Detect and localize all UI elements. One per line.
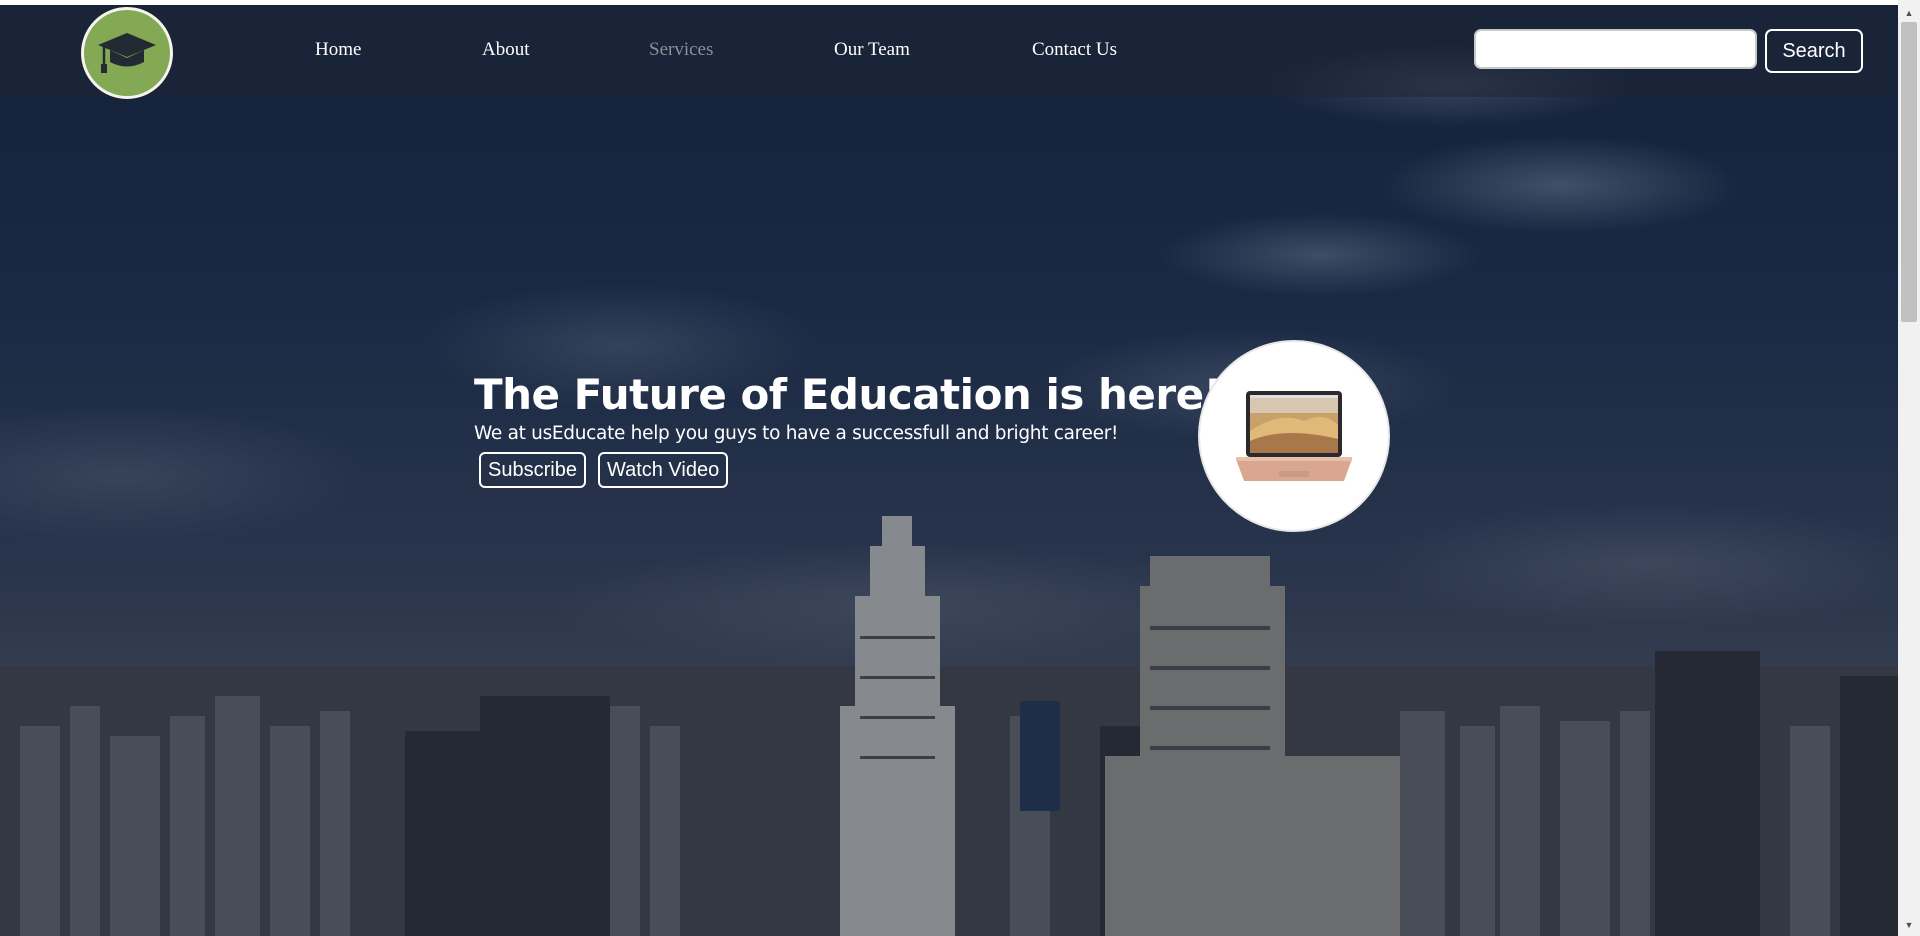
scroll-thumb[interactable] bbox=[1901, 22, 1917, 322]
nav-home[interactable]: Home bbox=[315, 39, 361, 61]
hero-content: The Future of Education is here! We at u… bbox=[474, 370, 1223, 488]
scroll-down-icon[interactable]: ▼ bbox=[1898, 916, 1920, 934]
search-input[interactable] bbox=[1474, 29, 1757, 69]
hero-image bbox=[1198, 340, 1390, 532]
nav-contact-us[interactable]: Contact Us bbox=[1032, 39, 1117, 61]
hero-title: The Future of Education is here! bbox=[474, 370, 1223, 419]
nav-about[interactable]: About bbox=[482, 39, 530, 61]
watch-video-button[interactable]: Watch Video bbox=[597, 452, 729, 488]
scroll-up-icon[interactable]: ▲ bbox=[1898, 4, 1920, 22]
subscribe-button[interactable]: Subscribe bbox=[479, 452, 586, 488]
search-button[interactable]: Search bbox=[1765, 29, 1863, 73]
hero-buttons: Subscribe Watch Video bbox=[474, 452, 1222, 488]
scrollbar[interactable]: ▲ ▼ bbox=[1898, 0, 1920, 936]
hero-subtitle: We at usEducate help you guys to have a … bbox=[474, 423, 1119, 444]
graduation-cap-icon bbox=[98, 33, 156, 73]
laptop-icon bbox=[1236, 391, 1352, 481]
nav-our-team[interactable]: Our Team bbox=[834, 39, 910, 61]
top-navbar: Home About Services Our Team Contact Us … bbox=[0, 5, 1898, 99]
nav-services[interactable]: Services bbox=[649, 39, 713, 61]
logo[interactable] bbox=[81, 7, 173, 99]
